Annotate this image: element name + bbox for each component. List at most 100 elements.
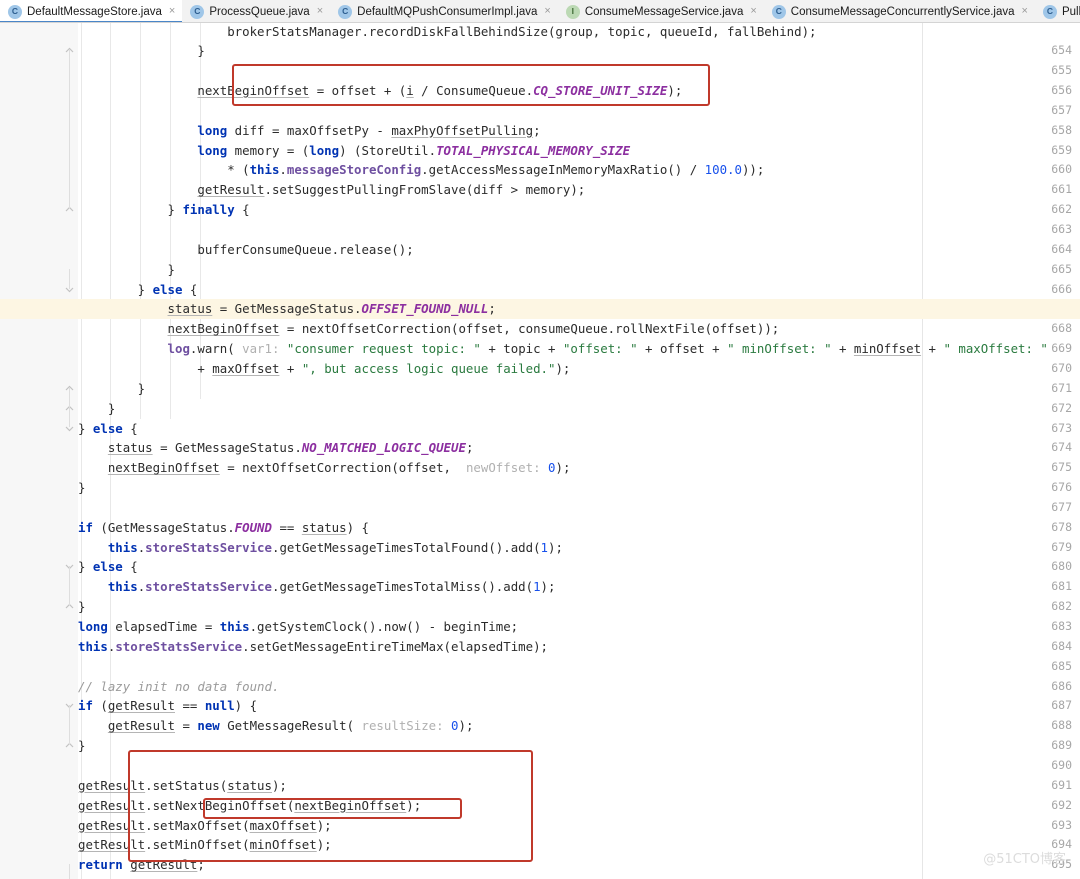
code-content[interactable]: brokerStatsManager.recordDiskFallBehindS… xyxy=(0,23,1080,879)
code-line[interactable]: } xyxy=(78,478,1080,498)
code-line[interactable]: } xyxy=(78,736,1080,756)
tab-label: ProcessQueue.java xyxy=(209,5,310,18)
code-text: long memory = (long) (StoreUtil.TOTAL_PH… xyxy=(197,142,631,158)
tab-label: DefaultMessageStore.java xyxy=(27,5,162,18)
tab-process-queue[interactable]: C ProcessQueue.java × xyxy=(182,0,331,22)
code-line[interactable]: this.storeStatsService.getGetMessageTime… xyxy=(78,577,1080,597)
code-line[interactable] xyxy=(78,220,1080,240)
code-text: } finally { xyxy=(78,202,250,218)
code-text: } else { xyxy=(78,281,198,297)
code-text: } else { xyxy=(78,420,138,436)
code-line[interactable]: bufferConsumeQueue.release(); xyxy=(78,240,1080,260)
code-line[interactable]: brokerStatsManager.recordDiskFallBehindS… xyxy=(78,23,1080,41)
close-icon[interactable]: × xyxy=(544,6,550,17)
code-text: this.storeStatsService.getGetMessageTime… xyxy=(107,539,563,555)
code-line[interactable] xyxy=(78,657,1080,677)
code-text: nextBeginOffset = nextOffsetCorrection(o… xyxy=(107,460,571,476)
code-line[interactable] xyxy=(78,61,1080,81)
code-line[interactable] xyxy=(78,498,1080,518)
code-text: } xyxy=(78,261,175,277)
code-line[interactable]: } xyxy=(78,597,1080,617)
code-line[interactable]: } xyxy=(78,379,1080,399)
code-text: } xyxy=(78,43,205,59)
code-line[interactable]: } xyxy=(78,260,1080,280)
fold-connector xyxy=(69,705,70,746)
code-line[interactable]: getResult.setSuggestPullingFromSlave(dif… xyxy=(78,180,1080,200)
code-line[interactable]: } finally { xyxy=(78,200,1080,220)
code-line[interactable]: long diff = maxOffsetPy - maxPhyOffsetPu… xyxy=(78,121,1080,141)
code-line[interactable]: nextBeginOffset = offset + (i / ConsumeQ… xyxy=(78,81,1080,101)
code-text: return getResult; xyxy=(78,857,205,873)
code-text: log.warn( var1: "consumer request topic:… xyxy=(167,341,1048,357)
code-text: nextBeginOffset = offset + (i / ConsumeQ… xyxy=(197,83,683,99)
code-line[interactable] xyxy=(78,101,1080,121)
java-class-icon: C xyxy=(8,4,22,19)
fold-connector xyxy=(69,268,70,289)
code-line[interactable]: } else { xyxy=(78,557,1080,577)
fold-connector xyxy=(69,864,70,879)
code-text: status = GetMessageStatus.OFFSET_FOUND_N… xyxy=(167,301,496,317)
close-icon[interactable]: × xyxy=(750,6,756,17)
fold-connector xyxy=(69,387,70,428)
close-icon[interactable]: × xyxy=(169,6,175,17)
tab-default-message-store[interactable]: C DefaultMessageStore.java × xyxy=(0,0,183,22)
code-line[interactable]: // lazy init no data found. xyxy=(78,677,1080,697)
code-line[interactable]: getResult.setMinOffset(minOffset); xyxy=(78,835,1080,855)
code-text: } xyxy=(78,380,146,396)
code-text: getResult.setMinOffset(minOffset); xyxy=(78,837,332,853)
close-icon[interactable]: × xyxy=(317,6,323,17)
tab-default-mq-push-consumer-impl[interactable]: C DefaultMQPushConsumerImpl.java × xyxy=(330,0,558,22)
code-line[interactable]: nextBeginOffset = nextOffsetCorrection(o… xyxy=(78,458,1080,478)
line-number-gutter[interactable] xyxy=(0,23,63,879)
code-line[interactable]: } else { xyxy=(78,419,1080,439)
tab-pull-message-service[interactable]: C PullMessageService.java × xyxy=(1034,0,1080,22)
code-text: + maxOffset + ", but access logic queue … xyxy=(78,360,571,376)
code-line[interactable]: log.warn( var1: "consumer request topic:… xyxy=(78,339,1080,359)
code-text: } xyxy=(78,400,116,416)
java-class-icon: C xyxy=(1042,4,1057,19)
watermark: @51CTO博客 xyxy=(983,852,1066,867)
code-text: getResult.setStatus(status); xyxy=(78,777,287,793)
code-line[interactable]: getResult.setStatus(status); xyxy=(78,776,1080,796)
fold-connector xyxy=(69,566,70,607)
code-text: * (this.messageStoreConfig.getAccessMess… xyxy=(78,162,765,178)
code-line[interactable]: return getResult; xyxy=(78,855,1080,875)
code-line[interactable]: if (GetMessageStatus.FOUND == status) { xyxy=(78,518,1080,538)
code-line[interactable]: } else { xyxy=(78,280,1080,300)
editor-tab-bar: C DefaultMessageStore.java × C ProcessQu… xyxy=(0,0,1080,23)
code-text: this.storeStatsService.getGetMessageTime… xyxy=(107,579,556,595)
code-text: nextBeginOffset = nextOffsetCorrection(o… xyxy=(167,321,780,337)
code-line[interactable]: status = GetMessageStatus.OFFSET_FOUND_N… xyxy=(0,299,1080,320)
code-text: getResult.setSuggestPullingFromSlave(dif… xyxy=(197,182,586,198)
code-line[interactable]: this.storeStatsService.setGetMessageEnti… xyxy=(78,637,1080,657)
code-line[interactable]: } xyxy=(78,41,1080,61)
code-line[interactable]: * (this.messageStoreConfig.getAccessMess… xyxy=(78,160,1080,180)
code-line[interactable]: nextBeginOffset = nextOffsetCorrection(o… xyxy=(78,319,1080,339)
tab-label: DefaultMQPushConsumerImpl.java xyxy=(357,5,538,18)
code-line[interactable]: getResult.setNextBeginOffset(nextBeginOf… xyxy=(78,796,1080,816)
close-icon[interactable]: × xyxy=(1022,6,1028,17)
code-line[interactable]: + maxOffset + ", but access logic queue … xyxy=(78,359,1080,379)
code-text: } xyxy=(78,738,86,754)
tab-label: ConsumeMessageService.java xyxy=(584,5,744,18)
code-text: if (GetMessageStatus.FOUND == status) { xyxy=(78,519,369,535)
fold-connector xyxy=(69,50,70,210)
code-text: status = GetMessageStatus.NO_MATCHED_LOG… xyxy=(107,440,474,456)
code-text: } xyxy=(78,599,86,615)
tab-label: ConsumeMessageConcurrentlyService.java xyxy=(790,5,1015,18)
code-text: getResult.setMaxOffset(maxOffset); xyxy=(78,817,332,833)
code-line[interactable]: getResult = new GetMessageResult( result… xyxy=(78,716,1080,736)
tab-consume-message-service[interactable]: I ConsumeMessageService.java × xyxy=(557,0,764,22)
code-line[interactable]: long elapsedTime = this.getSystemClock()… xyxy=(78,617,1080,637)
code-line[interactable]: } xyxy=(78,875,1080,879)
code-line[interactable]: if (getResult == null) { xyxy=(78,696,1080,716)
code-line[interactable]: long memory = (long) (StoreUtil.TOTAL_PH… xyxy=(78,141,1080,161)
tab-consume-message-concurrently-service[interactable]: C ConsumeMessageConcurrentlyService.java… xyxy=(763,0,1035,22)
code-line[interactable]: getResult.setMaxOffset(maxOffset); xyxy=(78,816,1080,836)
code-line[interactable]: } xyxy=(78,399,1080,419)
code-line[interactable]: this.storeStatsService.getGetMessageTime… xyxy=(78,538,1080,558)
code-text: if (getResult == null) { xyxy=(78,698,258,714)
code-line[interactable] xyxy=(78,756,1080,776)
code-line[interactable]: status = GetMessageStatus.NO_MATCHED_LOG… xyxy=(78,438,1080,458)
code-editor[interactable]: 654 655 656 657 658 659 660 661 662 663 664 665 666 6… xyxy=(0,23,1080,879)
